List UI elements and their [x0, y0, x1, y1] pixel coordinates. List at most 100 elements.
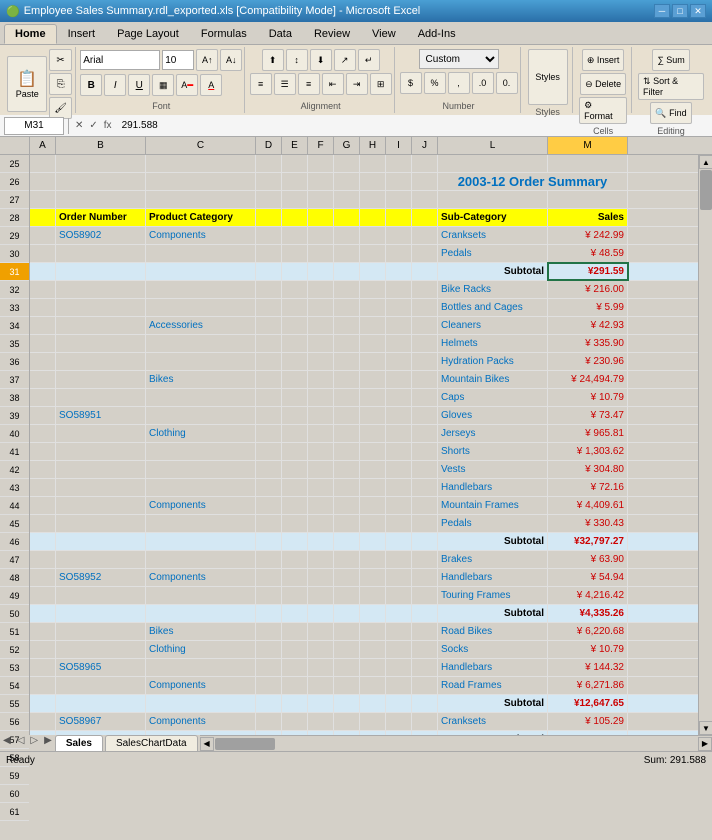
- cell-g-30[interactable]: [334, 245, 360, 262]
- cell-h-39[interactable]: [360, 407, 386, 424]
- fill-color-button[interactable]: A▬: [176, 74, 198, 96]
- col-header-j[interactable]: J: [412, 137, 438, 154]
- cell-g-52[interactable]: [334, 641, 360, 658]
- cell-j-32[interactable]: [412, 281, 438, 298]
- cell-d-56[interactable]: [256, 713, 282, 730]
- category-cell-43[interactable]: [146, 479, 256, 496]
- cut-button[interactable]: ✂: [49, 49, 72, 71]
- cell-h-41[interactable]: [360, 443, 386, 460]
- row-num-26[interactable]: 26: [0, 173, 29, 191]
- tab-next-btn[interactable]: ▷: [27, 735, 41, 751]
- cell-d-47[interactable]: [256, 551, 282, 568]
- cell-f-41[interactable]: [308, 443, 334, 460]
- maximize-button[interactable]: □: [672, 4, 688, 18]
- cell-f-50[interactable]: [308, 605, 334, 622]
- sales-cell-40[interactable]: ¥ 965.81: [548, 425, 628, 442]
- cell-h-49[interactable]: [360, 587, 386, 604]
- cell-g-36[interactable]: [334, 353, 360, 370]
- cell-j-40[interactable]: [412, 425, 438, 442]
- cell-a-54[interactable]: [30, 677, 56, 694]
- category-cell-37[interactable]: Bikes: [146, 371, 256, 388]
- cell-f-55[interactable]: [308, 695, 334, 712]
- sales-cell-38[interactable]: ¥ 10.79: [548, 389, 628, 406]
- row-num-27[interactable]: 27: [0, 191, 29, 209]
- order-cell-48[interactable]: SO58952: [56, 569, 146, 586]
- row-num-33[interactable]: 33: [0, 299, 29, 317]
- col-header-l[interactable]: L: [438, 137, 548, 154]
- cell-b-25[interactable]: [56, 155, 146, 172]
- row-num-48[interactable]: 48: [0, 569, 29, 587]
- font-size-input[interactable]: [162, 50, 194, 70]
- cell-h-40[interactable]: [360, 425, 386, 442]
- cell-j-29[interactable]: [412, 227, 438, 244]
- cell-e-54[interactable]: [282, 677, 308, 694]
- cell-i-31[interactable]: [386, 263, 412, 280]
- font-name-input[interactable]: [80, 50, 160, 70]
- cell-g-26[interactable]: [334, 173, 360, 190]
- cell-e-45[interactable]: [282, 515, 308, 532]
- cell-e-39[interactable]: [282, 407, 308, 424]
- cell-f-36[interactable]: [308, 353, 334, 370]
- category-cell-38[interactable]: [146, 389, 256, 406]
- col-header-g[interactable]: G: [334, 137, 360, 154]
- cell-g-31[interactable]: [334, 263, 360, 280]
- cell-j-56[interactable]: [412, 713, 438, 730]
- cell-a-51[interactable]: [30, 623, 56, 640]
- cell-e-41[interactable]: [282, 443, 308, 460]
- cell-e-38[interactable]: [282, 389, 308, 406]
- cell-j-31[interactable]: [412, 263, 438, 280]
- cell-h-27[interactable]: [360, 191, 386, 208]
- cell-i-34[interactable]: [386, 317, 412, 334]
- align-center-btn[interactable]: ☰: [274, 73, 296, 95]
- copy-button[interactable]: ⎘: [49, 73, 72, 95]
- order-cell-53[interactable]: SO58965: [56, 659, 146, 676]
- order-cell-49[interactable]: [56, 587, 146, 604]
- category-cell-44[interactable]: Components: [146, 497, 256, 514]
- cell-e-34[interactable]: [282, 317, 308, 334]
- category-cell-39[interactable]: [146, 407, 256, 424]
- cell-h-54[interactable]: [360, 677, 386, 694]
- decrease-indent-btn[interactable]: ⇤: [322, 73, 344, 95]
- cell-d-27[interactable]: [256, 191, 282, 208]
- category-cell-47[interactable]: [146, 551, 256, 568]
- tab-prev-btn[interactable]: ◀: [0, 735, 14, 751]
- bold-button[interactable]: B: [80, 74, 102, 96]
- cell-b-55[interactable]: [56, 695, 146, 712]
- row-num-37[interactable]: 37: [0, 371, 29, 389]
- cell-c-50[interactable]: [146, 605, 256, 622]
- subcat-cell-29[interactable]: Cranksets: [438, 227, 548, 244]
- cell-i-51[interactable]: [386, 623, 412, 640]
- cell-a-33[interactable]: [30, 299, 56, 316]
- cell-e-28[interactable]: [282, 209, 308, 226]
- cell-j-26[interactable]: [412, 173, 438, 190]
- cell-j-54[interactable]: [412, 677, 438, 694]
- cell-j-34[interactable]: [412, 317, 438, 334]
- tab-add-ins[interactable]: Add-Ins: [407, 24, 467, 44]
- subtotal-value-46[interactable]: ¥32,797.27: [548, 533, 628, 550]
- cell-a-25[interactable]: [30, 155, 56, 172]
- cell-e-40[interactable]: [282, 425, 308, 442]
- subcat-cell-42[interactable]: Vests: [438, 461, 548, 478]
- cell-c-26[interactable]: [146, 173, 256, 190]
- col-header-i[interactable]: I: [386, 137, 412, 154]
- cell-d-42[interactable]: [256, 461, 282, 478]
- cell-e-29[interactable]: [282, 227, 308, 244]
- order-cell-38[interactable]: [56, 389, 146, 406]
- cell-h-52[interactable]: [360, 641, 386, 658]
- subcat-cell-45[interactable]: Pedals: [438, 515, 548, 532]
- cell-b-50[interactable]: [56, 605, 146, 622]
- align-bottom-btn[interactable]: ⬇: [310, 49, 332, 71]
- subcat-cell-36[interactable]: Hydration Packs: [438, 353, 548, 370]
- cell-d-49[interactable]: [256, 587, 282, 604]
- cell-i-43[interactable]: [386, 479, 412, 496]
- cell-j-43[interactable]: [412, 479, 438, 496]
- cell-g-47[interactable]: [334, 551, 360, 568]
- subcat-cell-54[interactable]: Road Frames: [438, 677, 548, 694]
- cell-m-27[interactable]: [548, 191, 628, 208]
- category-cell-41[interactable]: [146, 443, 256, 460]
- dec-decimal-btn[interactable]: 0.: [496, 72, 518, 94]
- cell-a-56[interactable]: [30, 713, 56, 730]
- category-cell-45[interactable]: [146, 515, 256, 532]
- cell-a-29[interactable]: [30, 227, 56, 244]
- row-num-42[interactable]: 42: [0, 461, 29, 479]
